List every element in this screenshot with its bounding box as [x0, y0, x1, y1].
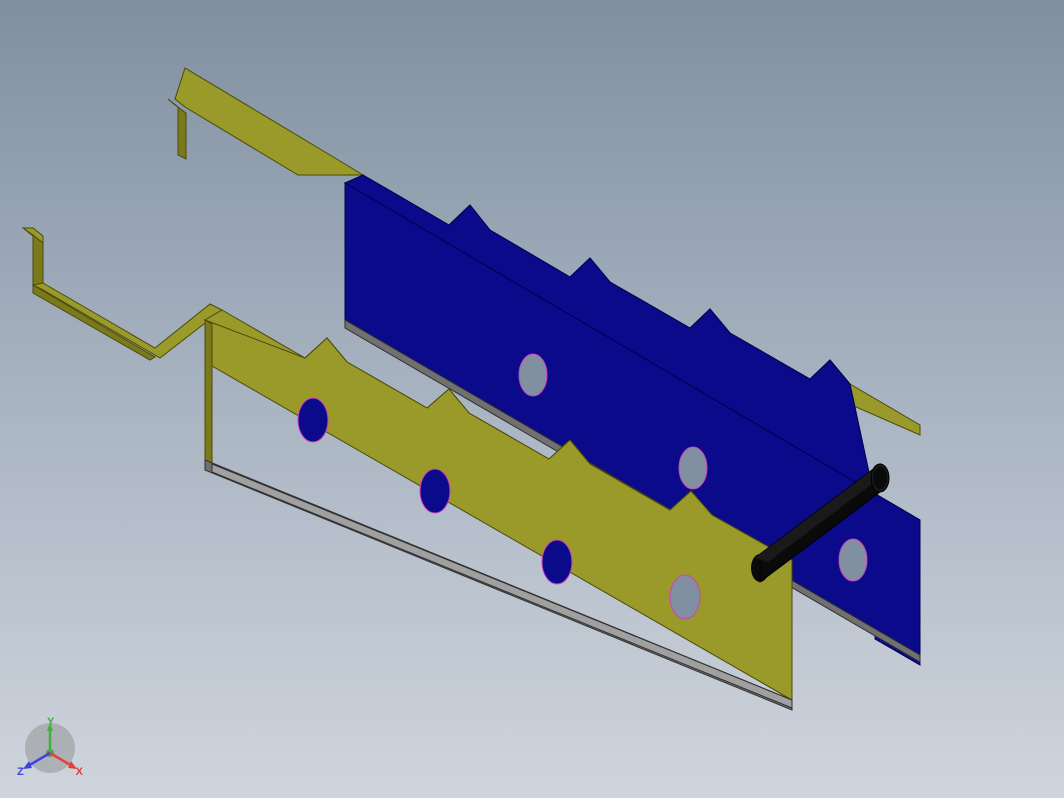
- cad-3d-model[interactable]: [0, 0, 1064, 798]
- cad-viewport[interactable]: Y X Z: [0, 0, 1064, 798]
- axis-x-label: X: [76, 766, 83, 778]
- coordinate-axes-widget[interactable]: Y X Z: [20, 718, 80, 778]
- axis-y-label: Y: [47, 716, 54, 728]
- axis-z-label: Z: [17, 766, 24, 778]
